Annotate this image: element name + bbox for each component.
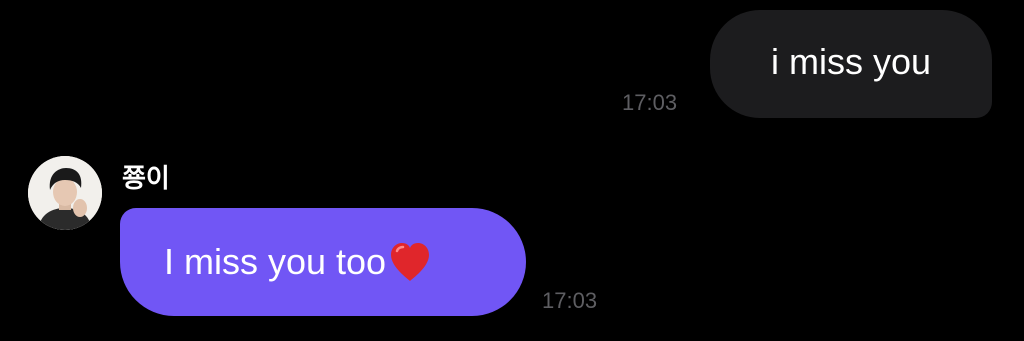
incoming-message-text: I miss you too — [164, 241, 387, 282]
heart-icon — [388, 241, 432, 283]
incoming-message-bubble[interactable]: I miss you too — [120, 208, 526, 316]
outgoing-message-timestamp: 17:03 — [622, 90, 678, 115]
sender-name: 쭁이 — [122, 164, 170, 194]
avatar[interactable] — [28, 156, 102, 230]
outgoing-message-bubble[interactable]: i miss you — [710, 10, 992, 118]
avatar-portrait — [28, 156, 102, 230]
incoming-message-timestamp: 17:03 — [542, 288, 598, 313]
outgoing-message-text: i miss you — [770, 41, 932, 82]
